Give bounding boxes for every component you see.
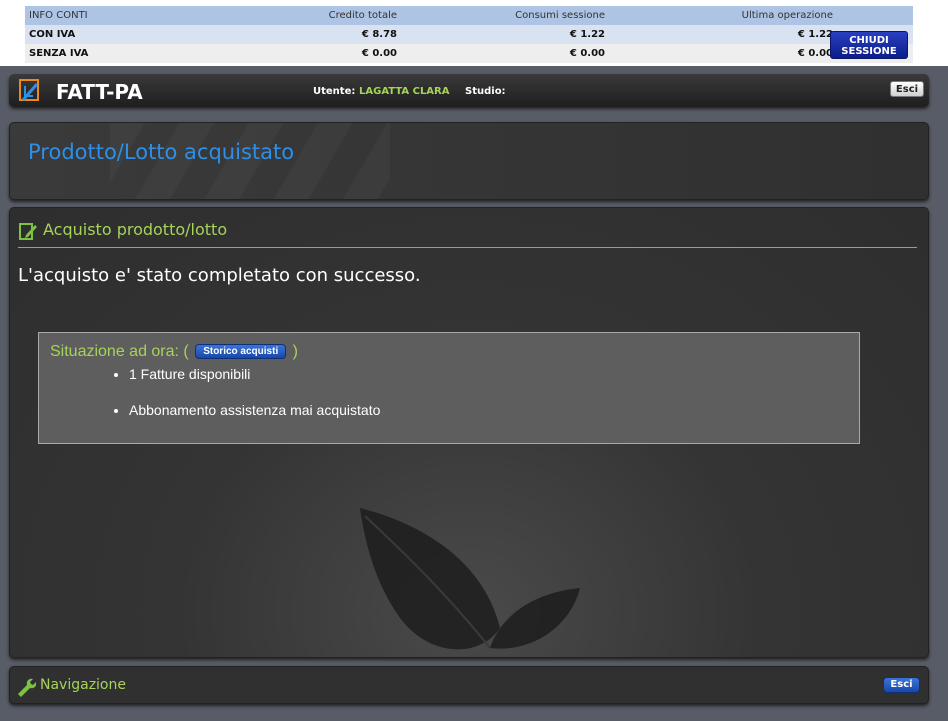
wrench-icon bbox=[18, 678, 36, 697]
navigation-title: Navigazione bbox=[40, 677, 126, 693]
user-name: LAGATTA CLARA bbox=[359, 86, 450, 97]
title-panel: Prodotto/Lotto acquistato bbox=[9, 122, 929, 200]
page-title: Prodotto/Lotto acquistato bbox=[28, 140, 295, 164]
table-row: CON IVA € 8.78 € 1.22 € 1.22 bbox=[25, 25, 913, 44]
user-label: Utente: bbox=[313, 86, 356, 97]
account-info-panel: INFO CONTI Credito totale Consumi sessio… bbox=[25, 6, 913, 64]
status-heading: Situazione ad ora: ( Storico acquisti ) bbox=[50, 343, 298, 361]
row-label: CON IVA bbox=[25, 25, 223, 44]
app-name: FATT-PA bbox=[56, 80, 143, 104]
credito-totale-header: Credito totale bbox=[223, 6, 401, 25]
leaf-watermark-icon bbox=[360, 508, 580, 650]
success-message: L'acquisto e' stato completato con succe… bbox=[18, 265, 421, 286]
purchase-history-button[interactable]: Storico acquisti bbox=[195, 344, 287, 360]
ultima-operazione-header: Ultima operazione bbox=[609, 6, 837, 25]
table-row: SENZA IVA € 0.00 € 0.00 € 0.00 bbox=[25, 44, 913, 63]
top-bar: FATT-PA Utente: LAGATTA CLARA Studio: Es… bbox=[9, 74, 929, 107]
consumi-value: € 0.00 bbox=[401, 44, 609, 63]
account-info-header-row: INFO CONTI Credito totale Consumi sessio… bbox=[25, 6, 913, 25]
studio-label: Studio: bbox=[465, 86, 506, 97]
section-title: Acquisto prodotto/lotto bbox=[43, 220, 228, 239]
edit-document-icon bbox=[19, 223, 37, 240]
app-container: FATT-PA Utente: LAGATTA CLARA Studio: Es… bbox=[0, 66, 948, 721]
list-item: Abbonamento assistenza mai acquistato bbox=[129, 401, 380, 419]
fattpa-logo-icon bbox=[19, 79, 39, 101]
status-heading-prefix: Situazione ad ora: ( bbox=[50, 343, 189, 360]
credito-value: € 8.78 bbox=[223, 25, 401, 44]
status-heading-suffix: ) bbox=[292, 343, 298, 360]
exit-nav-button[interactable]: Esci bbox=[883, 677, 920, 693]
account-info-table: INFO CONTI Credito totale Consumi sessio… bbox=[25, 6, 913, 63]
status-box: Situazione ad ora: ( Storico acquisti ) … bbox=[38, 332, 860, 444]
row-label: SENZA IVA bbox=[25, 44, 223, 63]
close-session-button[interactable]: CHIUDI SESSIONE bbox=[830, 31, 908, 59]
credito-value: € 0.00 bbox=[223, 44, 401, 63]
ultima-value: € 1.22 bbox=[609, 25, 837, 44]
section-divider bbox=[18, 247, 917, 248]
info-conti-header: INFO CONTI bbox=[25, 6, 223, 25]
main-panel: Acquisto prodotto/lotto L'acquisto e' st… bbox=[9, 207, 929, 658]
status-list: 1 Fatture disponibili Abbonamento assist… bbox=[89, 365, 380, 437]
navigation-panel: Navigazione Esci bbox=[9, 666, 929, 704]
exit-button[interactable]: Esci bbox=[890, 81, 924, 97]
consumi-sessione-header: Consumi sessione bbox=[401, 6, 609, 25]
list-item: 1 Fatture disponibili bbox=[129, 365, 380, 383]
consumi-value: € 1.22 bbox=[401, 25, 609, 44]
ultima-value: € 0.00 bbox=[609, 44, 837, 63]
